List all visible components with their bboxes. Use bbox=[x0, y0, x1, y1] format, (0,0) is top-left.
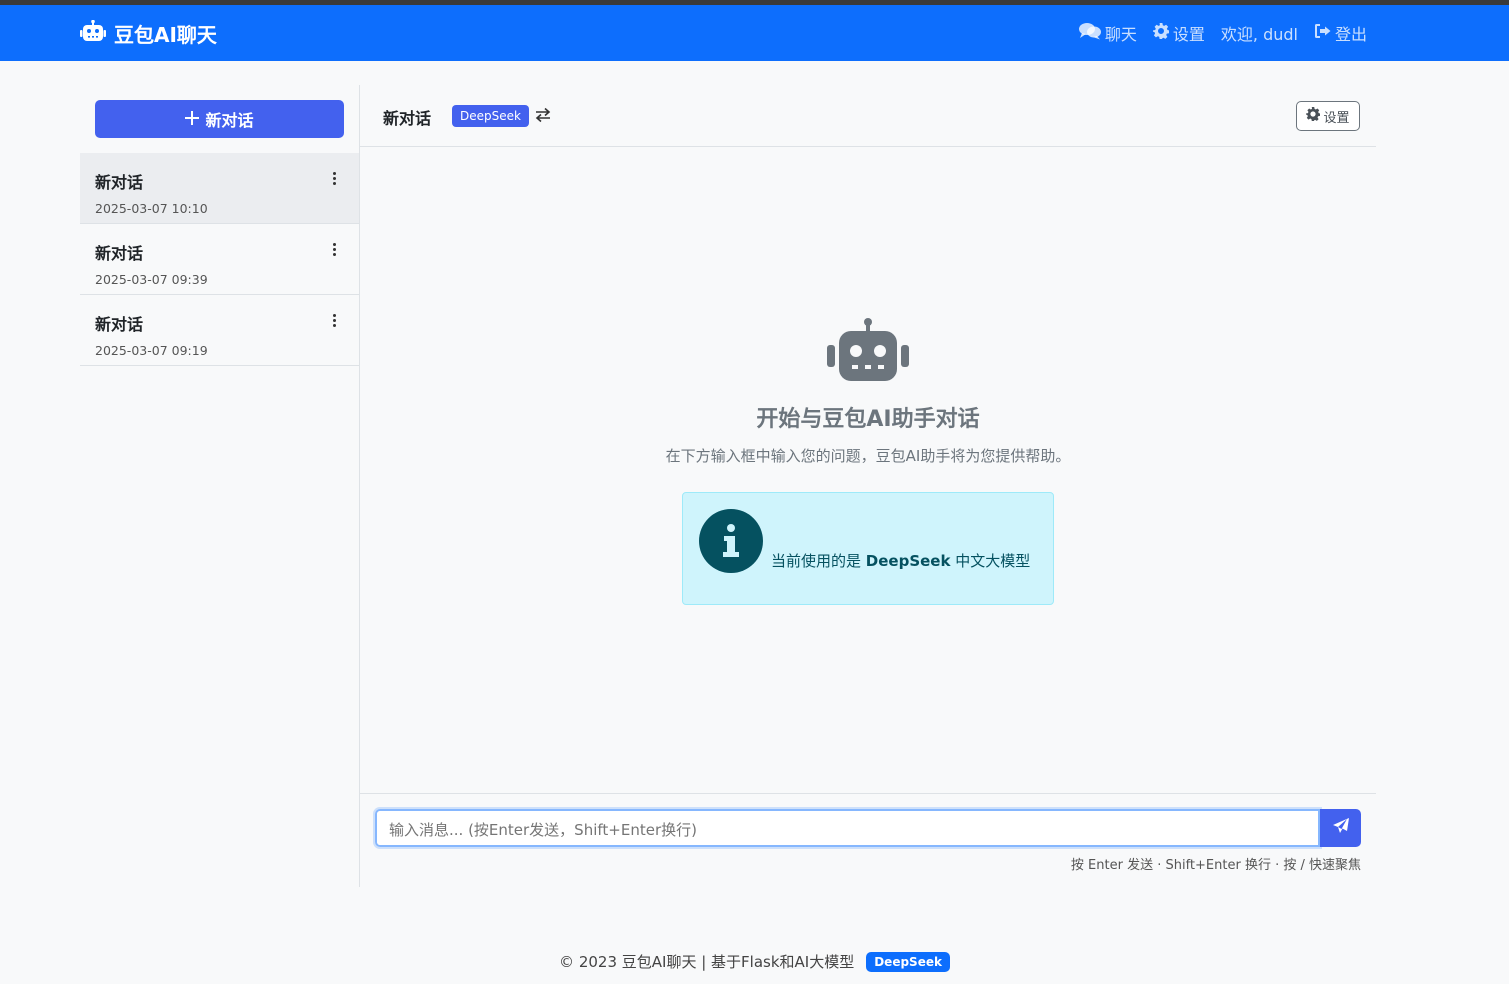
navbar: 豆包AI聊天 聊天 设置 欢迎, dudl 登出 bbox=[0, 5, 1509, 61]
input-area: 按 Enter 发送 · Shift+Enter 换行 · 按 / 快速聚焦 bbox=[360, 793, 1376, 887]
info-prefix: 当前使用的是 bbox=[771, 552, 862, 570]
welcome-title: 开始与豆包AI助手对话 bbox=[756, 407, 980, 432]
chat-main: 新对话 DeepSeek 设置 开始与豆包AI助手对话 在下方输入框中输入您的问… bbox=[360, 85, 1376, 887]
model-info-text: 当前使用的是 DeepSeek 中文大模型 bbox=[771, 550, 1030, 571]
more-vertical-icon[interactable] bbox=[331, 243, 337, 257]
swap-model-icon[interactable] bbox=[534, 106, 552, 124]
footer-text: © 2023 豆包AI聊天 | 基于Flask和AI大模型 bbox=[559, 953, 855, 971]
gear-icon bbox=[1306, 107, 1321, 125]
conversation-title: 新对话 bbox=[95, 244, 144, 263]
chat-title: 新对话 bbox=[383, 109, 432, 128]
nav-logout-link[interactable]: 登出 bbox=[1314, 21, 1367, 45]
nav-settings-link[interactable]: 设置 bbox=[1152, 21, 1205, 45]
conversation-time: 2025-03-07 09:39 bbox=[95, 272, 208, 287]
model-info-alert: 当前使用的是 DeepSeek 中文大模型 bbox=[682, 492, 1054, 605]
brand-name: 豆包AI聊天 bbox=[114, 22, 217, 47]
new-chat-button[interactable]: 新对话 bbox=[95, 100, 344, 138]
conversation-item[interactable]: 新对话 2025-03-07 09:39 bbox=[80, 224, 359, 295]
send-button[interactable] bbox=[1320, 809, 1361, 847]
welcome-panel: 开始与豆包AI助手对话 在下方输入框中输入您的问题，豆包AI助手将为您提供帮助。 bbox=[360, 317, 1376, 466]
robot-icon bbox=[80, 19, 106, 47]
message-input[interactable] bbox=[375, 809, 1320, 847]
nav-chat-label: 聊天 bbox=[1104, 25, 1137, 44]
gear-icon bbox=[1152, 23, 1169, 43]
welcome-subtitle: 在下方输入框中输入您的问题，豆包AI助手将为您提供帮助。 bbox=[665, 447, 1071, 465]
sidebar: 新对话 新对话 2025-03-07 10:10 新对话 2025-03-07 … bbox=[80, 85, 360, 887]
brand[interactable]: 豆包AI聊天 bbox=[80, 5, 217, 61]
plus-icon bbox=[185, 110, 200, 129]
conversation-time: 2025-03-07 09:19 bbox=[95, 343, 208, 358]
footer-badge: DeepSeek bbox=[866, 951, 950, 972]
robot-icon bbox=[360, 317, 1376, 387]
conversation-item[interactable]: 新对话 2025-03-07 09:19 bbox=[80, 295, 359, 366]
new-chat-label: 新对话 bbox=[205, 111, 254, 130]
chat-settings-label: 设置 bbox=[1323, 110, 1350, 126]
nav-logout-label: 登出 bbox=[1334, 25, 1367, 44]
comments-icon bbox=[1078, 22, 1101, 44]
info-icon bbox=[699, 509, 763, 573]
chat-header: 新对话 DeepSeek 设置 bbox=[360, 85, 1376, 147]
chat-settings-button[interactable]: 设置 bbox=[1296, 101, 1360, 131]
welcome-user-text: 欢迎, dudl bbox=[1220, 25, 1298, 44]
more-vertical-icon[interactable] bbox=[331, 314, 337, 328]
nav-chat-link[interactable]: 聊天 bbox=[1078, 21, 1137, 45]
conversation-item[interactable]: 新对话 2025-03-07 10:10 bbox=[80, 153, 359, 224]
conversation-title: 新对话 bbox=[95, 173, 144, 192]
info-model-name: DeepSeek bbox=[865, 552, 951, 570]
paper-plane-icon bbox=[1332, 817, 1350, 839]
conversation-time: 2025-03-07 10:10 bbox=[95, 201, 208, 216]
footer: © 2023 豆包AI聊天 | 基于Flask和AI大模型 DeepSeek bbox=[0, 951, 1509, 972]
model-badge: DeepSeek bbox=[452, 105, 529, 127]
input-hint: 按 Enter 发送 · Shift+Enter 换行 · 按 / 快速聚焦 bbox=[1070, 858, 1361, 873]
sign-out-icon bbox=[1314, 23, 1331, 43]
info-suffix: 中文大模型 bbox=[955, 552, 1031, 570]
more-vertical-icon[interactable] bbox=[331, 172, 337, 186]
nav-settings-label: 设置 bbox=[1172, 25, 1205, 44]
nav-right: 聊天 设置 欢迎, dudl 登出 bbox=[1078, 5, 1367, 61]
conversation-list: 新对话 2025-03-07 10:10 新对话 2025-03-07 09:3… bbox=[80, 153, 359, 366]
conversation-title: 新对话 bbox=[95, 315, 144, 334]
